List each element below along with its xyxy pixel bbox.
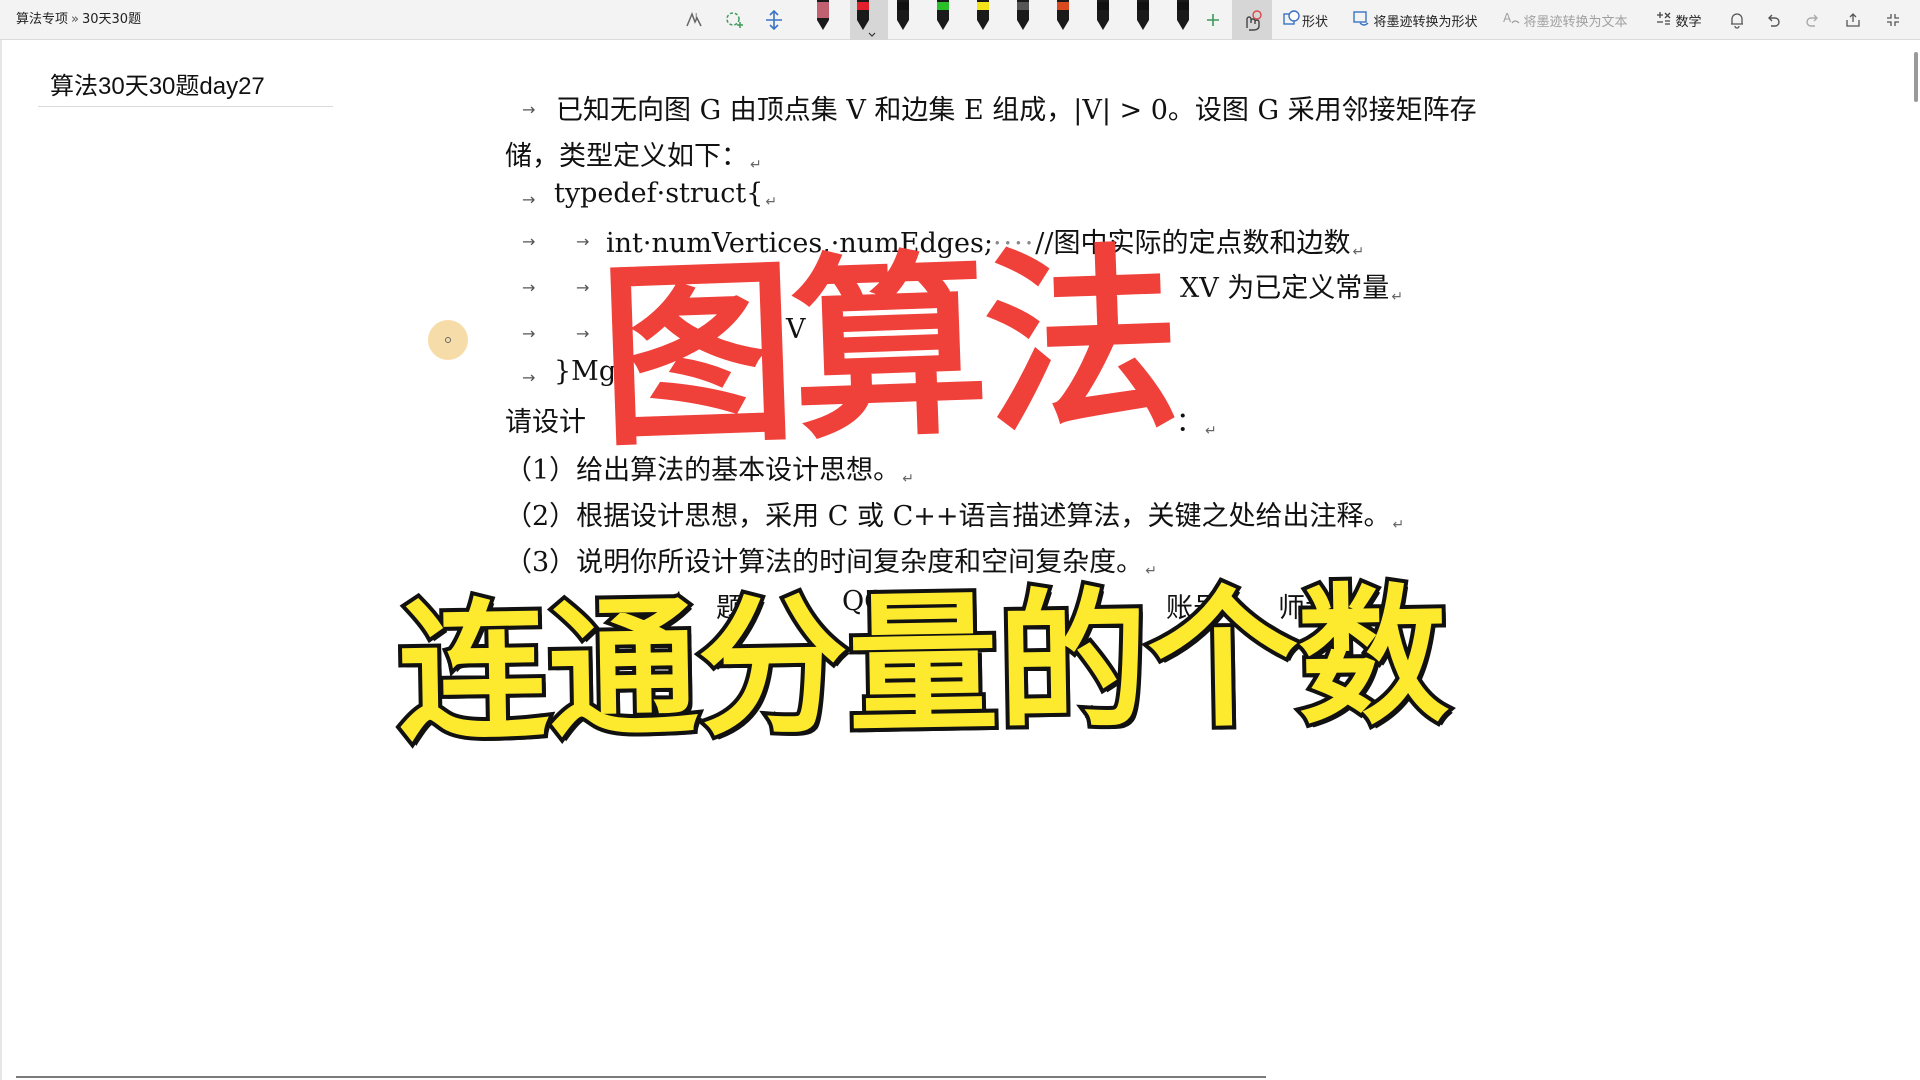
paragraph-mark: ↵: [1352, 244, 1365, 260]
horizontal-scrollbar[interactable]: [16, 1076, 1266, 1078]
doc-line-10-text: （2）根据设计思想，采用 C 或 C++语言描述算法，关键之处给出注释。: [505, 501, 1391, 532]
tab-arrow: →: [522, 232, 536, 251]
tab-arrow: →: [522, 190, 536, 209]
tab-arrow: →: [576, 278, 590, 297]
doc-line-3: typedef·struct{↵: [554, 178, 777, 210]
tab-arrow: →: [522, 368, 536, 387]
doc-line-5: XV 为已定义常量 ↵: [1180, 266, 1403, 305]
document-body[interactable]: → 已知无向图 G 由顶点集 V 和边集 E 组成，|V| > 0。设图 G 采…: [0, 0, 1920, 1080]
paragraph-mark: ↵: [1205, 423, 1217, 439]
vertical-scrollbar[interactable]: [1914, 52, 1918, 102]
page-left-edge: [0, 40, 2, 1080]
tab-arrow: →: [522, 100, 536, 119]
tab-arrow: →: [522, 278, 536, 297]
doc-line-5-text: XV 为已定义常量: [1180, 273, 1390, 304]
overlay-headline: 图算法: [596, 225, 1180, 474]
paragraph-mark: ↵: [750, 157, 762, 173]
doc-line-8a: 请设计: [505, 407, 586, 438]
pointer-dot: [445, 337, 451, 343]
overlay-subtitle: 连通分量的个数: [393, 565, 1454, 765]
doc-line-2: 储，类型定义如下： ↵: [505, 134, 762, 173]
doc-line-3-text: typedef·struct{: [554, 178, 764, 209]
paragraph-mark: ↵: [1392, 517, 1405, 533]
doc-line-1: 已知无向图 G 由顶点集 V 和边集 E 组成，|V| > 0。设图 G 采用邻…: [556, 95, 1477, 126]
tab-arrow: →: [522, 324, 536, 343]
paragraph-mark: ↵: [765, 194, 778, 210]
tab-arrow: →: [576, 324, 590, 343]
paragraph-mark: ↵: [1391, 289, 1404, 305]
doc-line-10: （2）根据设计思想，采用 C 或 C++语言描述算法，关键之处给出注释。 ↵: [505, 494, 1404, 533]
doc-line-2-text: 储，类型定义如下：: [505, 141, 748, 172]
paragraph-mark: ↵: [902, 471, 914, 487]
pointer-highlight: [428, 320, 468, 360]
tab-arrow: →: [576, 232, 590, 251]
